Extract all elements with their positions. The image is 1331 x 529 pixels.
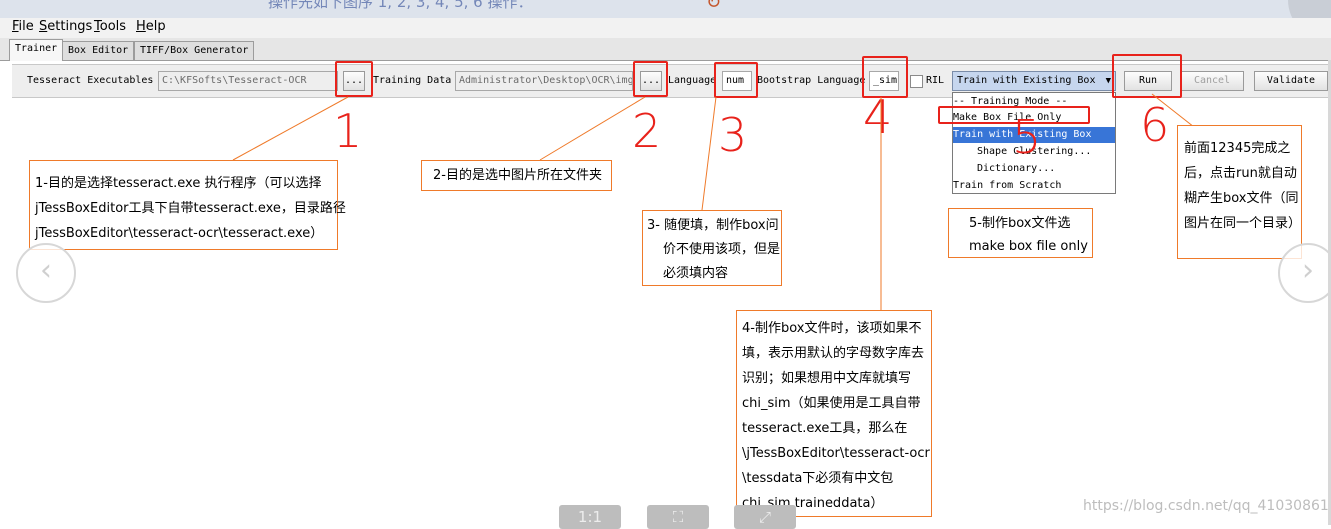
note-step-4: 4-制作box文件时，该项如果不 填，表示用默认的字母数字库去 识别；如果想用中… <box>736 310 932 517</box>
note-step-1: 1-目的是选择tesseract.exe 执行程序（可以选择 jTessBoxE… <box>29 160 346 250</box>
note-5-line: make box file only <box>969 239 1088 254</box>
note-6-line: 图片在同一个目录） <box>1184 216 1302 231</box>
note-1-line: 1-目的是选择tesseract.exe 执行程序（可以选择 <box>35 176 322 191</box>
note-3-line: 必须填内容 <box>663 266 729 281</box>
actual-size-button[interactable]: 1:1 <box>559 505 621 529</box>
note-3-line: 3- 随便填，制作box问 <box>647 218 779 233</box>
note-6-line: 糊产生box文件（同 <box>1184 191 1299 206</box>
note-3-line: 价不使用该项，但是 <box>663 242 781 257</box>
note-4-line: 4-制作box文件时，该项如果不 <box>742 321 922 336</box>
note-4-line: \tessdata下必须有中文包 <box>742 471 894 486</box>
note-4-line: 填，表示用默认的字母数字库去 <box>742 346 925 361</box>
note-4-line: chi_sim（如果使用是工具自带 <box>742 396 921 411</box>
note-1-line: jTessBoxEditor\tesseract-ocr\tesseract.e… <box>35 226 324 241</box>
note-4-line: 识别；如果想用中文库就填写 <box>742 371 912 386</box>
note-6-line: 前面12345完成之 <box>1184 141 1291 156</box>
previous-image-button[interactable]: ‹ <box>16 243 76 303</box>
next-image-button[interactable]: › <box>1278 243 1331 303</box>
arrow-right-icon: › <box>1302 253 1314 288</box>
note-2-line: 2-目的是选中图片所在文件夹 <box>433 168 602 183</box>
fullscreen-icon[interactable]: ⤢ <box>734 505 796 529</box>
note-1-line: jTessBoxEditor工具下自带tesseract.exe，目录路径 <box>35 201 346 216</box>
note-4-line: \jTessBoxEditor\tesseract-ocr <box>742 446 930 461</box>
note-step-6: 前面12345完成之 后，点击run就自动 糊产生box文件（同 图片在同一个目… <box>1177 125 1302 259</box>
fit-screen-icon[interactable]: ⛶ <box>647 505 709 529</box>
note-5-line: 5-制作box文件选 <box>969 216 1071 231</box>
arrow-left-icon: ‹ <box>40 253 52 288</box>
note-4-line: tesseract.exe工具，那么在 <box>742 421 908 436</box>
note-step-5: 5-制作box文件选 make box file only <box>948 208 1093 258</box>
watermark: https://blog.csdn.net/qq_41030861 <box>1083 498 1329 514</box>
note-6-line: 后，点击run就自动 <box>1184 166 1297 181</box>
note-step-3: 3- 随便填，制作box问 价不使用该项，但是 必须填内容 <box>642 210 782 286</box>
note-step-2: 2-目的是选中图片所在文件夹 <box>421 160 612 191</box>
